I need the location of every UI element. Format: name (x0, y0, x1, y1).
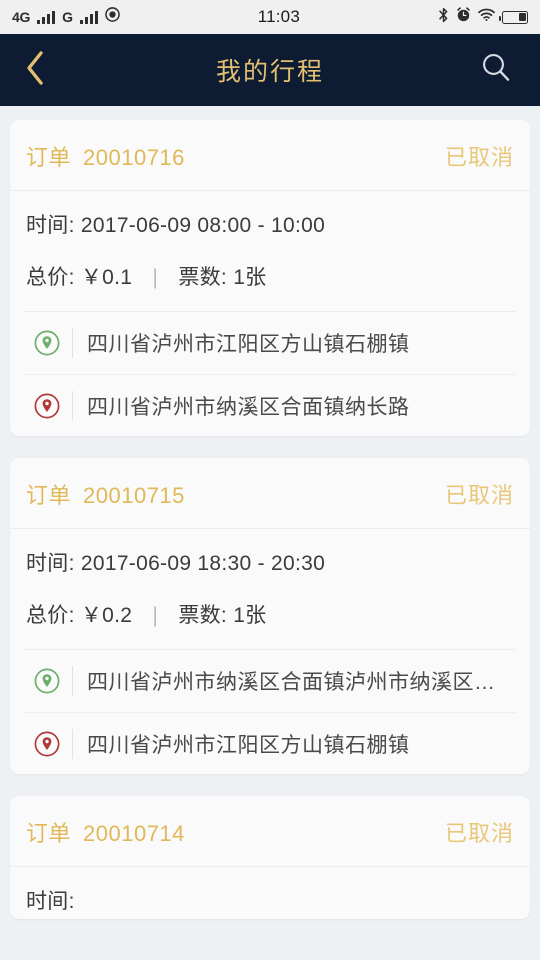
page-title: 我的行程 (215, 58, 324, 86)
location-circle-icon (104, 7, 120, 27)
destination-address: 四川省泸州市江阳区方山镇石棚镇 (87, 733, 410, 757)
back-button[interactable] (0, 34, 70, 106)
price-value: ￥0.1 (80, 266, 133, 289)
order-time-row: 时间: 2017-06-09 18:30 - 20:30 (10, 529, 530, 581)
order-number: 20010715 (83, 483, 185, 508)
destination-row[interactable]: 四川省泸州市纳溪区合面镇纳长路 (24, 374, 516, 436)
origin-address: 四川省泸州市江阳区方山镇石棚镇 (87, 333, 410, 356)
order-label: 订单 (26, 821, 72, 846)
order-card-header: 订单 20010714 已取消 (10, 796, 530, 867)
time-label: 时间: (26, 552, 75, 575)
network-type-primary: 4G (12, 9, 31, 25)
tickets-value: 1张 (233, 266, 267, 289)
status-bar-left: 4G G (12, 7, 120, 27)
origin-row[interactable]: 四川省泸州市纳溪区合面镇泸州市纳溪区合面镇 (24, 650, 516, 712)
status-bar-right (438, 7, 528, 28)
destination-row[interactable]: 四川省泸州市江阳区方山镇石棚镇 (24, 712, 516, 774)
origin-pin-icon (24, 667, 70, 695)
app-screen: 4G G 11:03 我的行程 订单 20010716 已取消 时间: 2017… (0, 0, 540, 960)
origin-address: 四川省泸州市纳溪区合面镇泸州市纳溪区合面镇 (86, 671, 516, 694)
order-card[interactable]: 订单 20010716 已取消 时间: 2017-06-09 08:00 - 10… (10, 120, 530, 436)
chevron-left-icon (24, 49, 46, 92)
order-number: 20010714 (83, 821, 185, 846)
price-label: 总价: (26, 604, 75, 627)
origin-row[interactable]: 四川省泸州市江阳区方山镇石棚镇 (24, 312, 516, 374)
search-icon (479, 51, 513, 90)
order-number-group: 订单 20010716 (26, 140, 185, 172)
destination-pin-icon (24, 392, 70, 420)
tickets-value: 1张 (233, 604, 267, 627)
address-group: 四川省泸州市江阳区方山镇石棚镇 四川省泸州市纳溪区合面镇纳长路 (24, 311, 516, 436)
order-card-header: 订单 20010715 已取消 (10, 458, 530, 529)
time-value: 2017-06-09 18:30 - 20:30 (80, 552, 326, 575)
time-value: 2017-06-09 08:00 - 10:00 (80, 214, 326, 237)
field-separator: | (152, 604, 159, 627)
price-value: ￥0.2 (80, 604, 133, 627)
address-divider (72, 728, 73, 759)
status-bar: 4G G 11:03 (0, 0, 540, 34)
order-list[interactable]: 订单 20010716 已取消 时间: 2017-06-09 08:00 - 10… (0, 106, 540, 960)
bluetooth-icon (438, 7, 449, 28)
destination-pin-icon (24, 730, 70, 758)
time-label: 时间: (26, 214, 75, 237)
order-price-row: 总价: ￥0.2 | 票数: 1张 (10, 581, 530, 649)
search-button[interactable] (466, 34, 526, 106)
status-bar-clock: 11:03 (257, 7, 300, 26)
signal-bars-secondary-icon (79, 10, 98, 24)
order-label: 订单 (26, 483, 72, 508)
order-label: 订单 (26, 145, 72, 170)
field-separator: | (152, 266, 159, 289)
time-label: 时间: (26, 890, 75, 913)
wifi-icon (478, 8, 495, 27)
navigation-bar: 我的行程 (0, 34, 540, 106)
order-number: 20010716 (83, 145, 185, 170)
order-price-row: 总价: ￥0.1 | 票数: 1张 (10, 243, 530, 311)
origin-pin-icon (24, 329, 70, 357)
order-card[interactable]: 订单 20010715 已取消 时间: 2017-06-09 18:30 - 20… (10, 458, 530, 774)
network-type-secondary: G (62, 9, 73, 25)
address-divider (72, 328, 73, 358)
order-card[interactable]: 订单 20010714 已取消 时间: (10, 796, 530, 919)
status-badge: 已取消 (444, 145, 514, 170)
destination-address: 四川省泸州市纳溪区合面镇纳长路 (87, 395, 410, 419)
order-time-row: 时间: (10, 867, 530, 919)
tickets-label: 票数: (178, 266, 228, 289)
order-number-group: 订单 20010715 (26, 478, 185, 510)
signal-bars-icon (37, 10, 56, 24)
order-card-header: 订单 20010716 已取消 (10, 120, 530, 191)
status-badge: 已取消 (444, 821, 514, 846)
price-label: 总价: (26, 266, 75, 289)
address-group: 四川省泸州市纳溪区合面镇泸州市纳溪区合面镇 四川省泸州市江阳区方山镇石棚镇 (24, 649, 516, 774)
order-number-group: 订单 20010714 (26, 816, 185, 848)
address-divider (72, 390, 73, 421)
tickets-label: 票数: (178, 604, 228, 627)
status-badge: 已取消 (444, 483, 514, 508)
alarm-clock-icon (456, 7, 471, 27)
address-divider (72, 666, 73, 696)
battery-icon (498, 10, 528, 24)
order-time-row: 时间: 2017-06-09 08:00 - 10:00 (10, 191, 530, 243)
